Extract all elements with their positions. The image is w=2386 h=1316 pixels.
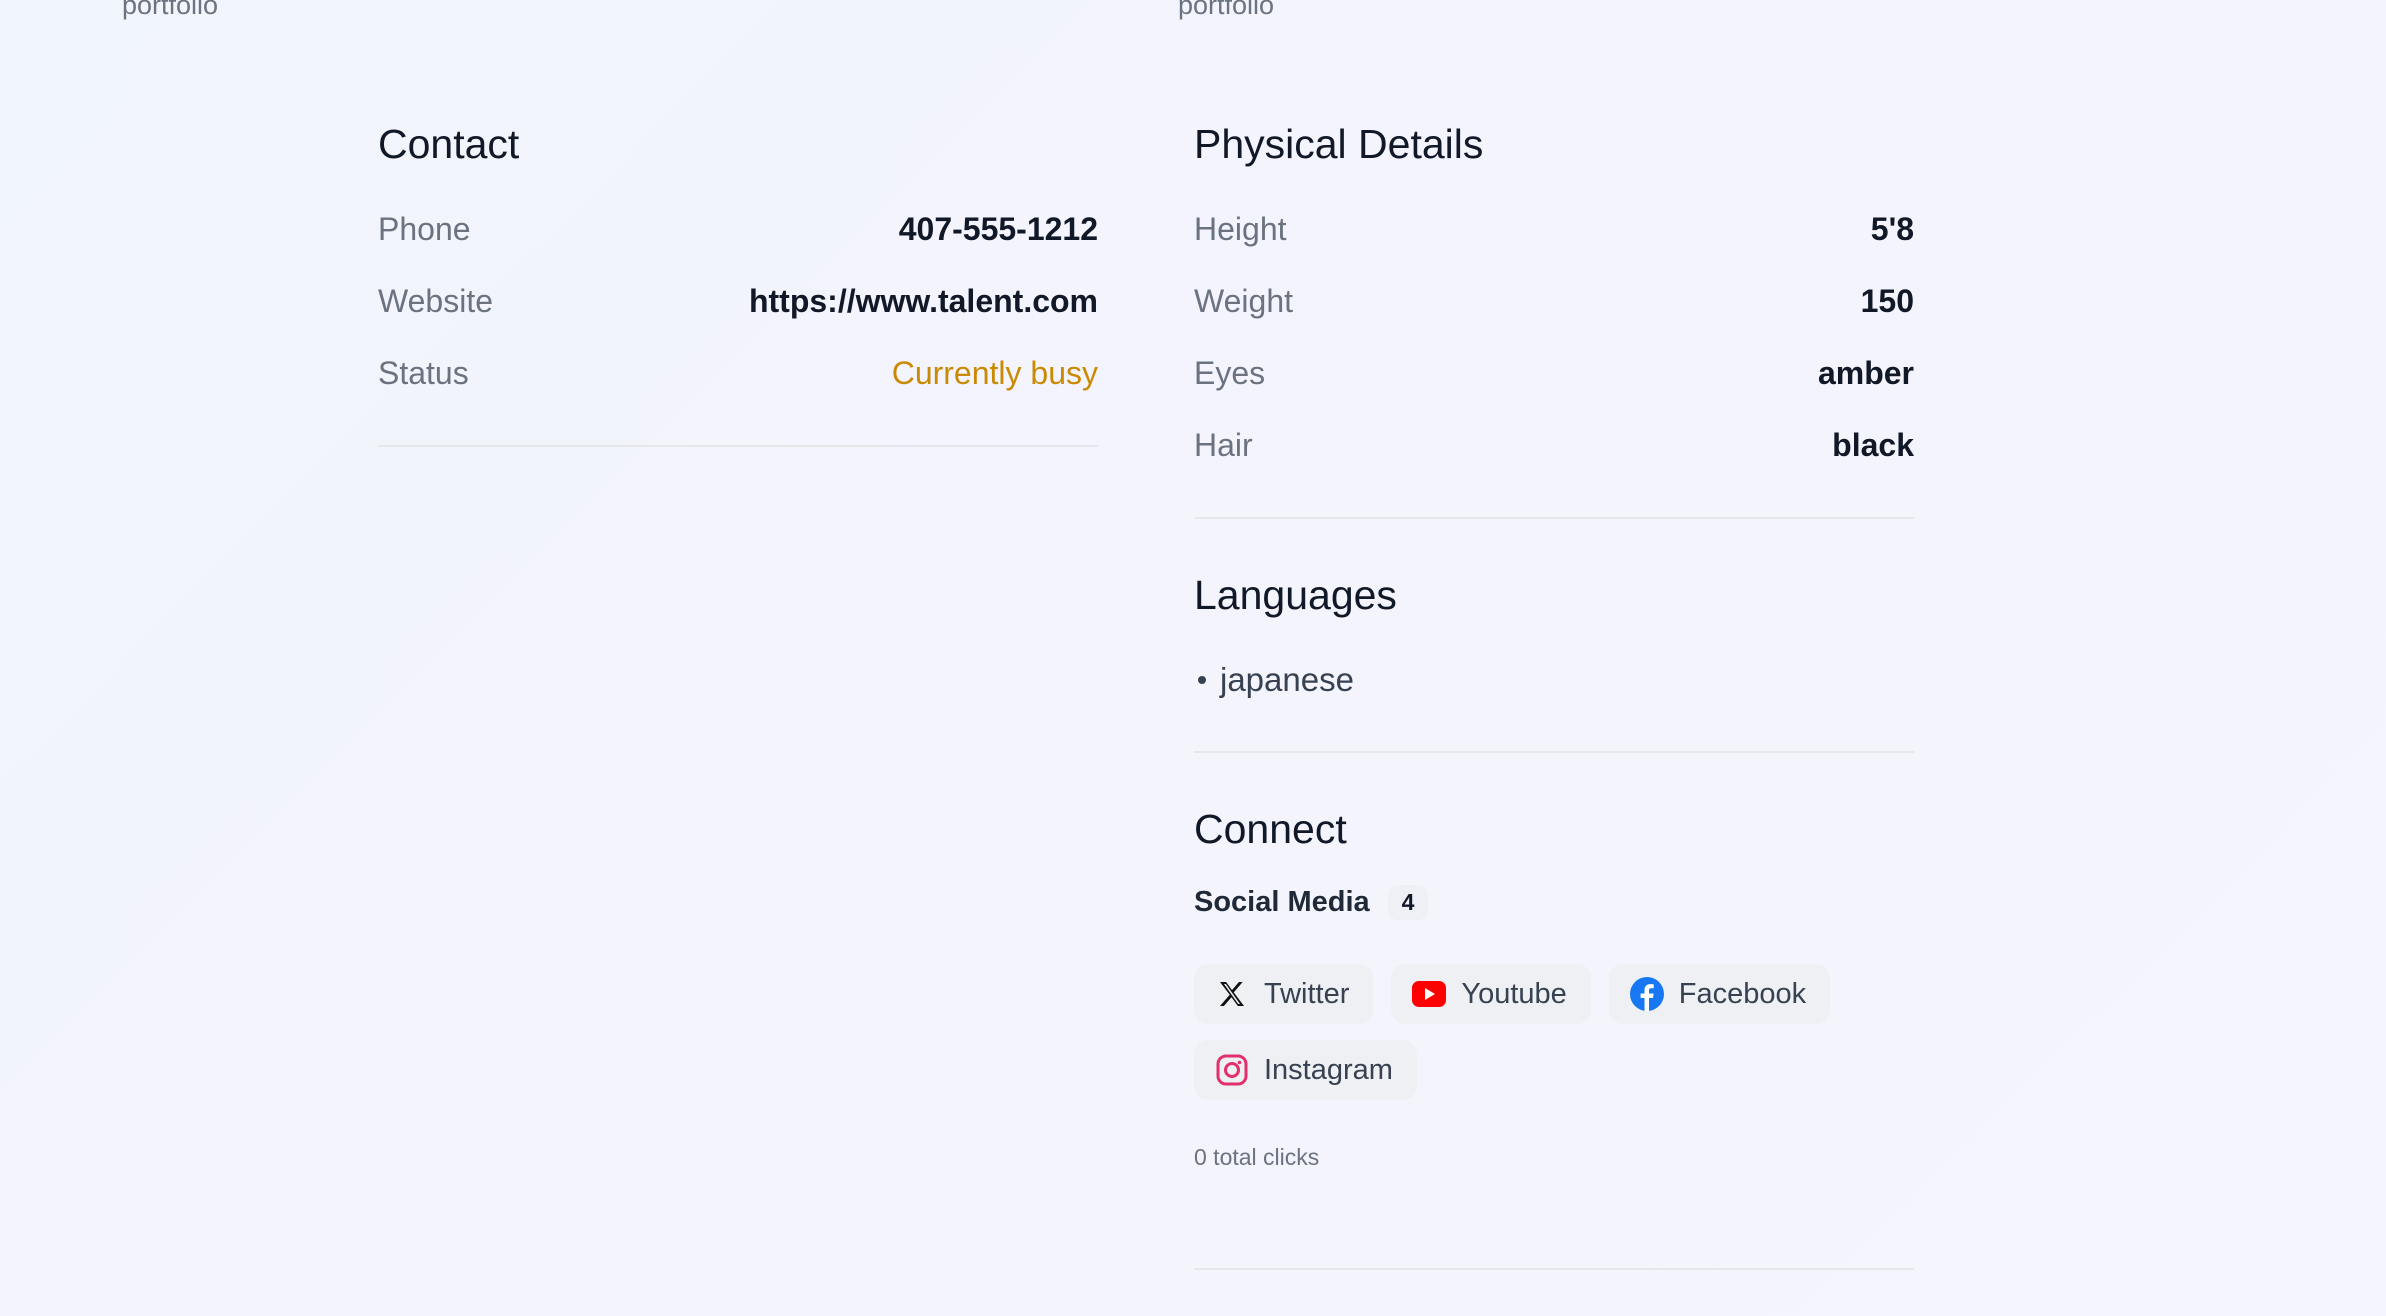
eyes-value: amber <box>1817 354 1914 391</box>
hair-label: Hair <box>1194 426 1253 463</box>
bullet-icon <box>1198 676 1206 684</box>
twitter-link[interactable]: Twitter <box>1194 964 1374 1024</box>
instagram-label: Instagram <box>1264 1053 1393 1086</box>
website-link[interactable]: https://www.talent.com <box>749 283 1098 320</box>
twitter-label: Twitter <box>1264 977 1350 1010</box>
hair-value: black <box>1832 426 1914 463</box>
physical-row-eyes: Eyes amber <box>1194 337 1914 409</box>
facebook-icon <box>1629 976 1665 1012</box>
phone-value[interactable]: 407-555-1212 <box>899 211 1098 248</box>
instagram-icon <box>1214 1052 1250 1088</box>
portfolio-label-left: portfolio <box>122 0 219 20</box>
x-twitter-icon <box>1214 976 1250 1012</box>
contact-row-website: Website https://www.talent.com <box>378 265 1098 337</box>
weight-label: Weight <box>1194 282 1294 319</box>
total-clicks: 0 total clicks <box>1194 1144 1320 1170</box>
website-label: Website <box>378 282 494 319</box>
languages-section: Languages japanese <box>1194 571 1914 753</box>
eyes-label: Eyes <box>1194 354 1266 391</box>
languages-title: Languages <box>1194 572 1397 618</box>
social-count-badge: 4 <box>1387 885 1429 920</box>
contact-section: Contact Phone 407-555-1212 Website https… <box>378 120 1098 447</box>
youtube-label: Youtube <box>1461 977 1567 1010</box>
physical-row-hair: Hair black <box>1194 409 1914 481</box>
connect-title: Connect <box>1194 806 1347 852</box>
physical-row-weight: Weight 150 <box>1194 265 1914 337</box>
language-item: japanese <box>1194 644 1914 716</box>
contact-row-phone: Phone 407-555-1212 <box>378 193 1098 265</box>
contact-title: Contact <box>378 121 520 167</box>
social-media-header: Social Media 4 <box>1194 885 1914 920</box>
youtube-icon <box>1411 976 1447 1012</box>
physical-row-height: Height 5'8 <box>1194 193 1914 265</box>
status-label: Status <box>378 354 469 391</box>
language-label: japanese <box>1220 661 1354 698</box>
social-links: Twitter Youtube Facebook Instagram <box>1194 964 1914 1100</box>
physical-details-title: Physical Details <box>1194 121 1484 167</box>
portfolio-label-right: portfolio <box>1178 0 1275 20</box>
social-media-label: Social Media <box>1194 886 1370 918</box>
youtube-link[interactable]: Youtube <box>1391 964 1591 1024</box>
weight-value: 150 <box>1860 282 1914 319</box>
height-label: Height <box>1194 210 1287 247</box>
status-value: Currently busy <box>891 354 1098 391</box>
instagram-link[interactable]: Instagram <box>1194 1040 1417 1100</box>
physical-details-section: Physical Details Height 5'8 Weight 150 E… <box>1194 120 1914 519</box>
connect-section: Connect Social Media 4 Twitter Youtube F… <box>1194 805 1914 1270</box>
contact-row-status: Status Currently busy <box>378 337 1098 409</box>
facebook-label: Facebook <box>1678 977 1807 1010</box>
height-value: 5'8 <box>1870 210 1914 247</box>
facebook-link[interactable]: Facebook <box>1608 964 1831 1024</box>
phone-label: Phone <box>378 210 471 247</box>
